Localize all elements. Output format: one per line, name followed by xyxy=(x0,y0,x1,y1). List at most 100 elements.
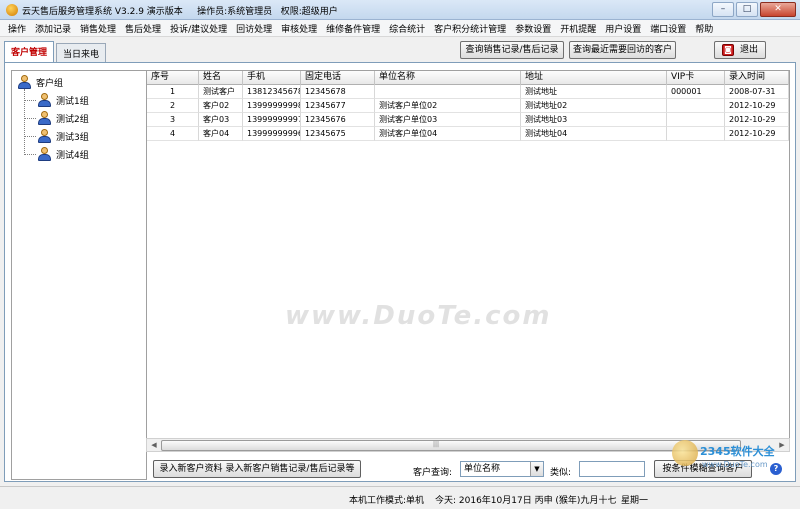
column-header-address[interactable]: 地址 xyxy=(521,71,667,85)
tree-node-group-2[interactable]: 测试2组 xyxy=(36,111,91,125)
tree-root[interactable]: 客户组 xyxy=(16,75,65,89)
tab-customer-management[interactable]: 客户管理 xyxy=(4,41,55,62)
column-header-phone[interactable]: 固定电话 xyxy=(301,71,375,85)
tree-node-label: 测试1组 xyxy=(56,96,89,107)
tree-connector xyxy=(24,89,25,153)
cell-company: 测试客户单位04 xyxy=(375,127,521,141)
cell-mobile: 13999999998 xyxy=(243,99,301,113)
table-row[interactable]: 3 客户03 13999999997 12345676 测试客户单位03 测试地… xyxy=(147,113,789,127)
column-header-mobile[interactable]: 手机 xyxy=(243,71,301,85)
watermark-text: www.DuoTe.com xyxy=(285,301,552,331)
query-field-select[interactable]: 单位名称 ▼ xyxy=(460,461,544,477)
menu-item-statistics[interactable]: 综合统计 xyxy=(389,22,425,35)
cell-company xyxy=(375,85,521,99)
weekday-status: 星期一 xyxy=(621,496,649,506)
scroll-left-icon[interactable]: ◀ xyxy=(148,440,160,451)
scroll-thumb[interactable] xyxy=(161,440,741,451)
work-mode-status: 本机工作模式:单机 xyxy=(349,496,425,506)
tree-node-group-4[interactable]: 测试4组 xyxy=(36,147,91,161)
menu-item-add-record[interactable]: 添加记录 xyxy=(35,22,71,35)
cell-vip xyxy=(667,99,725,113)
app-icon xyxy=(6,4,18,16)
exit-button[interactable]: ◙ 退出 xyxy=(714,41,766,59)
maximize-button[interactable]: □ xyxy=(736,2,758,17)
table-row[interactable]: 2 客户02 13999999998 12345677 测试客户单位02 测试地… xyxy=(147,99,789,113)
query-sales-button[interactable]: 查询销售记录/售后记录 xyxy=(460,41,564,59)
user-icon xyxy=(36,147,52,161)
cell-index: 3 xyxy=(147,113,199,127)
cell-vip xyxy=(667,127,725,141)
tree-node-group-1[interactable]: 测试1组 xyxy=(36,93,91,107)
menu-item-points[interactable]: 客户积分统计管理 xyxy=(434,22,506,35)
brand-watermark: 2345软件大全 www.DuoTe.com xyxy=(672,440,792,488)
tree-node-label: 测试4组 xyxy=(56,150,89,161)
user-icon xyxy=(36,93,52,107)
cell-vip xyxy=(667,113,725,127)
cell-phone: 12345675 xyxy=(301,127,375,141)
menu-item-complaints[interactable]: 投诉/建议处理 xyxy=(170,22,227,35)
table-row[interactable]: 4 客户04 13999999996 12345675 测试客户单位04 测试地… xyxy=(147,127,789,141)
cell-entry-time: 2012-10-29 xyxy=(725,99,789,113)
column-header-index[interactable]: 序号 xyxy=(147,71,199,85)
scroll-grip-icon: ||| xyxy=(433,441,440,448)
menu-item-operation[interactable]: 操作 xyxy=(8,22,26,35)
brand-logo-icon xyxy=(672,440,698,466)
close-button[interactable]: ✕ xyxy=(760,2,796,17)
cell-phone: 12345678 xyxy=(301,85,375,99)
app-title: 云天售后服务管理系统 V3.2.9 演示版本 xyxy=(22,7,183,17)
exit-label: 退出 xyxy=(739,45,758,55)
chevron-down-icon[interactable]: ▼ xyxy=(530,462,543,476)
customer-group-tree: 客户组 测试1组 测试2组 测试3组 测试4组 xyxy=(11,70,147,480)
cell-index: 4 xyxy=(147,127,199,141)
add-customer-button[interactable]: 录入新客户资料 录入新客户销售记录/售后记录等 xyxy=(153,460,361,478)
cell-entry-time: 2012-10-29 xyxy=(725,127,789,141)
title-bar: 云天售后服务管理系统 V3.2.9 演示版本 操作员:系统管理员 权限:超级用户… xyxy=(0,0,800,20)
menu-item-spare-parts[interactable]: 维修备件管理 xyxy=(326,22,380,35)
menu-item-help[interactable]: 帮助 xyxy=(695,22,713,35)
menu-item-startup-reminder[interactable]: 开机提醒 xyxy=(560,22,596,35)
query-revisit-button[interactable]: 查询最近需要回访的客户 xyxy=(569,41,676,59)
content-panel: 客户组 测试1组 测试2组 测试3组 测试4组 序号 姓名 手机 固定电话 单位… xyxy=(4,62,796,482)
user-icon xyxy=(36,111,52,125)
tab-today-calls[interactable]: 当日来电 xyxy=(56,43,107,62)
menu-item-sales[interactable]: 销售处理 xyxy=(80,22,116,35)
date-status: 今天: 2016年10月17日 丙申 (猴年)九月十七 xyxy=(435,496,617,506)
column-header-name[interactable]: 姓名 xyxy=(199,71,243,85)
cell-company: 测试客户单位02 xyxy=(375,99,521,113)
menu-item-user-settings[interactable]: 用户设置 xyxy=(605,22,641,35)
table-row[interactable]: 1 测试客户 13812345678 12345678 测试地址 000001 … xyxy=(147,85,789,99)
cell-vip: 000001 xyxy=(667,85,725,99)
cell-phone: 12345676 xyxy=(301,113,375,127)
cell-company: 测试客户单位03 xyxy=(375,113,521,127)
column-header-entry-time[interactable]: 录入时间 xyxy=(725,71,789,85)
user-group-icon xyxy=(16,75,32,89)
customer-query-label: 客户查询: xyxy=(413,468,453,478)
cell-name: 客户04 xyxy=(199,127,243,141)
user-icon xyxy=(36,129,52,143)
cell-phone: 12345677 xyxy=(301,99,375,113)
permission-label: 权限:超级用户 xyxy=(280,7,338,17)
menu-item-revisit[interactable]: 回访处理 xyxy=(236,22,272,35)
cell-entry-time: 2012-10-29 xyxy=(725,113,789,127)
status-bar: 本机工作模式:单机 今天: 2016年10月17日 丙申 (猴年)九月十七 星期… xyxy=(0,486,800,509)
query-field-value: 单位名称 xyxy=(464,464,501,474)
tree-root-label: 客户组 xyxy=(36,78,64,89)
exit-icon: ◙ xyxy=(721,44,734,56)
query-keyword-input[interactable] xyxy=(579,461,645,477)
customer-table: 序号 姓名 手机 固定电话 单位名称 地址 VIP卡 录入时间 1 测试客户 1… xyxy=(146,70,790,452)
tree-node-group-3[interactable]: 测试3组 xyxy=(36,129,91,143)
menu-item-after-sales[interactable]: 售后处理 xyxy=(125,22,161,35)
brand-url: www.DuoTe.com xyxy=(702,460,768,469)
menu-item-params[interactable]: 参数设置 xyxy=(515,22,551,35)
tab-strip: 客户管理 当日来电 xyxy=(4,40,108,62)
menu-item-port-settings[interactable]: 端口设置 xyxy=(650,22,686,35)
cell-index: 1 xyxy=(147,85,199,99)
column-header-vip[interactable]: VIP卡 xyxy=(667,71,725,85)
table-header: 序号 姓名 手机 固定电话 单位名称 地址 VIP卡 录入时间 xyxy=(147,71,789,85)
menu-item-review[interactable]: 审核处理 xyxy=(281,22,317,35)
column-header-company[interactable]: 单位名称 xyxy=(375,71,521,85)
minimize-button[interactable]: – xyxy=(712,2,734,17)
window-title: 云天售后服务管理系统 V3.2.9 演示版本 操作员:系统管理员 权限:超级用户 xyxy=(22,4,338,17)
cell-name: 测试客户 xyxy=(199,85,243,99)
tree-node-label: 测试3组 xyxy=(56,132,89,143)
